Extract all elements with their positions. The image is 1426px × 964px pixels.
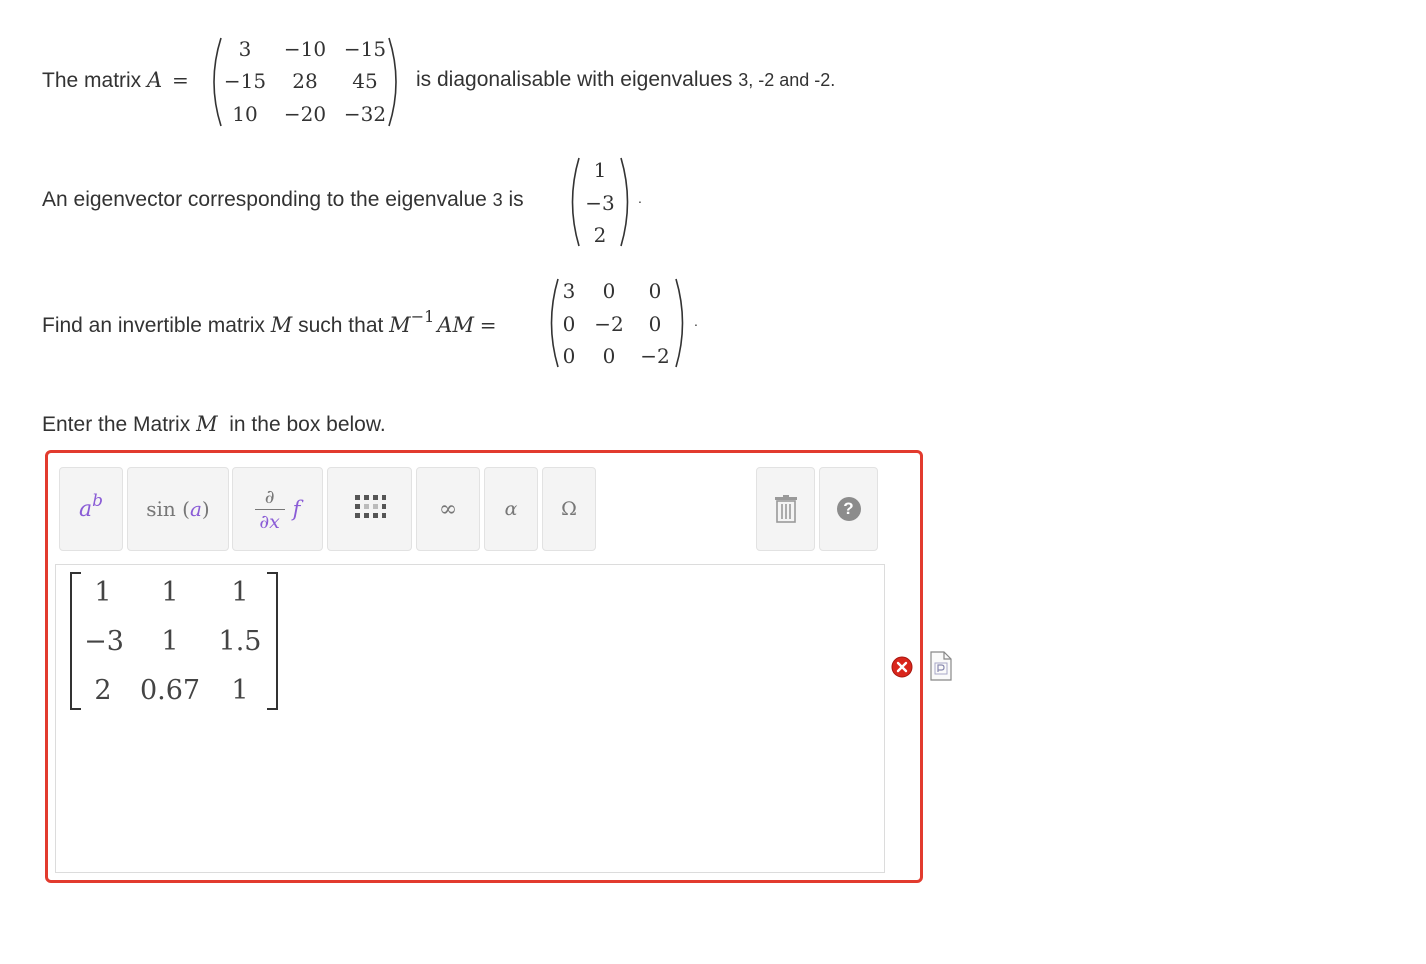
diag-cell: 0: [562, 344, 576, 368]
eigenvalues-list: 3, -2 and -2.: [738, 70, 836, 90]
eigenvalue-value: 3: [492, 190, 503, 210]
power-base: a: [78, 496, 93, 522]
matrix-a-cell: −10: [283, 37, 327, 61]
matrix-a-cell: −32: [343, 102, 387, 126]
infinity-symbol: ∞: [438, 496, 458, 522]
answer-cell[interactable]: 2: [86, 675, 120, 706]
matrix-a-cell: 45: [352, 69, 378, 93]
preview-document-icon[interactable]: [930, 651, 952, 681]
expr-inverse-sup: −1: [410, 307, 435, 326]
delete-button[interactable]: [756, 467, 815, 551]
diag-cell: −2: [594, 312, 624, 336]
matrix-a-cell: 3: [238, 37, 252, 61]
sin-arg: a: [189, 497, 202, 521]
derivative-fraction: ∂ ∂x: [254, 485, 285, 533]
instruction-prefix: Enter the Matrix: [42, 413, 197, 436]
alpha-symbol: α: [504, 498, 518, 520]
diag-cell: 0: [602, 279, 616, 303]
matrix-a-cell: −15: [223, 69, 267, 93]
help-icon: ?: [836, 497, 861, 521]
trash-icon: [774, 495, 797, 523]
sin-label: sin: [146, 497, 176, 521]
instruction-text: Enter the Matrix M in the box below.: [42, 412, 386, 437]
var-m: M: [270, 313, 293, 337]
infinity-button[interactable]: ∞: [416, 467, 480, 551]
answer-cell[interactable]: 1.5: [216, 626, 264, 657]
instruction-var-m: M: [196, 412, 218, 436]
greek-button[interactable]: α: [484, 467, 538, 551]
matrix-a-cell: 10: [232, 102, 258, 126]
eigenvector-statement: An eigenvector corresponding to the eige…: [42, 188, 524, 212]
omega-symbol: Ω: [561, 498, 577, 520]
eigenvalues-text: is diagonalisable with eigenvalues: [416, 68, 739, 91]
eigenvector-cell: −3: [585, 191, 615, 215]
fraction-bar: [254, 508, 285, 510]
equals-sign: =: [172, 68, 189, 92]
power-button[interactable]: ab: [59, 467, 123, 551]
expr-am: AM: [437, 313, 474, 337]
answer-cell[interactable]: 1: [216, 577, 264, 608]
eigenvector-cell: 2: [593, 223, 607, 247]
sin-button[interactable]: sin (a): [127, 467, 229, 551]
help-button[interactable]: ?: [819, 467, 878, 551]
matrix-a-cell: −15: [343, 37, 387, 61]
eigenvector-text: An eigenvector corresponding to the eige…: [42, 188, 493, 211]
matrix-a: 3 −10 −15 −15 28 45 10 −20 −32: [205, 34, 405, 130]
diagonal-period: .: [694, 313, 698, 329]
derivative-function: f: [292, 497, 301, 521]
answer-cell[interactable]: 1: [86, 577, 120, 608]
derivative-button[interactable]: ∂ ∂x f: [232, 467, 323, 551]
instruction-suffix: in the box below.: [229, 413, 386, 436]
diagonal-matrix: 3 0 0 0 −2 0 0 0 −2: [544, 275, 690, 371]
eigenvector: 1 −3 2: [565, 154, 635, 250]
eigenvector-cell: 1: [593, 158, 607, 182]
eigenvalues-statement: is diagonalisable with eigenvalues 3, -2…: [416, 68, 835, 92]
symbols-button[interactable]: Ω: [542, 467, 596, 551]
diag-cell: 0: [648, 279, 662, 303]
find-matrix-statement: Find an invertible matrix M such that M−…: [42, 307, 497, 338]
answer-cell[interactable]: −3: [84, 626, 124, 657]
find-text: Find an invertible matrix: [42, 314, 271, 337]
matrix-editor[interactable]: 1 1 1 −3 1 1.5 2 0.67 1: [55, 564, 885, 873]
diag-cell: 3: [562, 279, 576, 303]
eigenvector-is: is: [502, 188, 524, 211]
diag-cell: 0: [562, 312, 576, 336]
answer-cell[interactable]: 1: [216, 675, 264, 706]
var-a: A: [147, 68, 163, 92]
power-exp: b: [92, 491, 103, 511]
diag-cell: 0: [648, 312, 662, 336]
diag-cell: 0: [602, 344, 616, 368]
such-that-text: such that: [292, 314, 390, 337]
matrix-a-cell: 28: [292, 69, 318, 93]
eigenvector-period: .: [638, 190, 642, 206]
statement-prefix: The matrix: [42, 69, 148, 92]
equals-sign-2: =: [479, 313, 497, 337]
derivative-numerator: ∂: [264, 485, 275, 508]
expr-m: M: [389, 313, 411, 337]
matrix-a-statement: The matrix A =: [42, 68, 189, 93]
answer-box: ab sin (a) ∂ ∂x f ∞ α Ω ? 1 1 1 −3 1 1.5…: [45, 450, 923, 883]
answer-cell[interactable]: 0.67: [138, 675, 202, 706]
derivative-denominator: ∂x: [259, 510, 280, 533]
diag-cell: −2: [640, 344, 670, 368]
matrix-button[interactable]: [327, 467, 412, 551]
matrix-a-cell: −20: [283, 102, 327, 126]
incorrect-icon: [891, 656, 913, 678]
answer-cell[interactable]: 1: [138, 577, 202, 608]
matrix-grid-icon: [354, 495, 386, 518]
answer-cell[interactable]: 1: [138, 626, 202, 657]
